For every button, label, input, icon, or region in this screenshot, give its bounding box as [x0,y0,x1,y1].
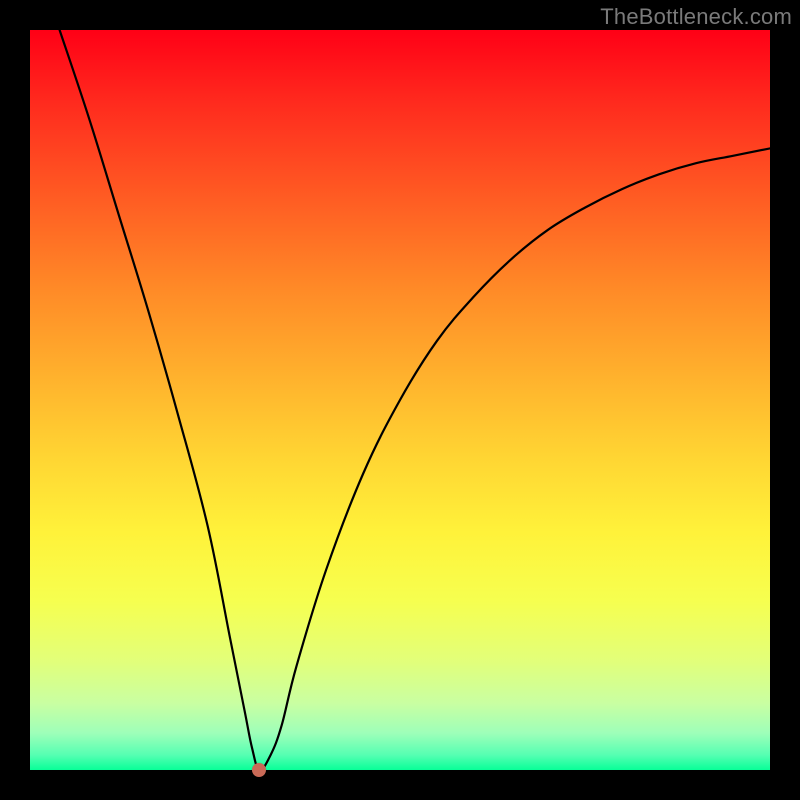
chart-frame: TheBottleneck.com [0,0,800,800]
watermark-text: TheBottleneck.com [600,4,792,30]
plot-area [30,30,770,770]
bottleneck-curve [30,30,770,770]
minimum-marker [252,763,266,777]
